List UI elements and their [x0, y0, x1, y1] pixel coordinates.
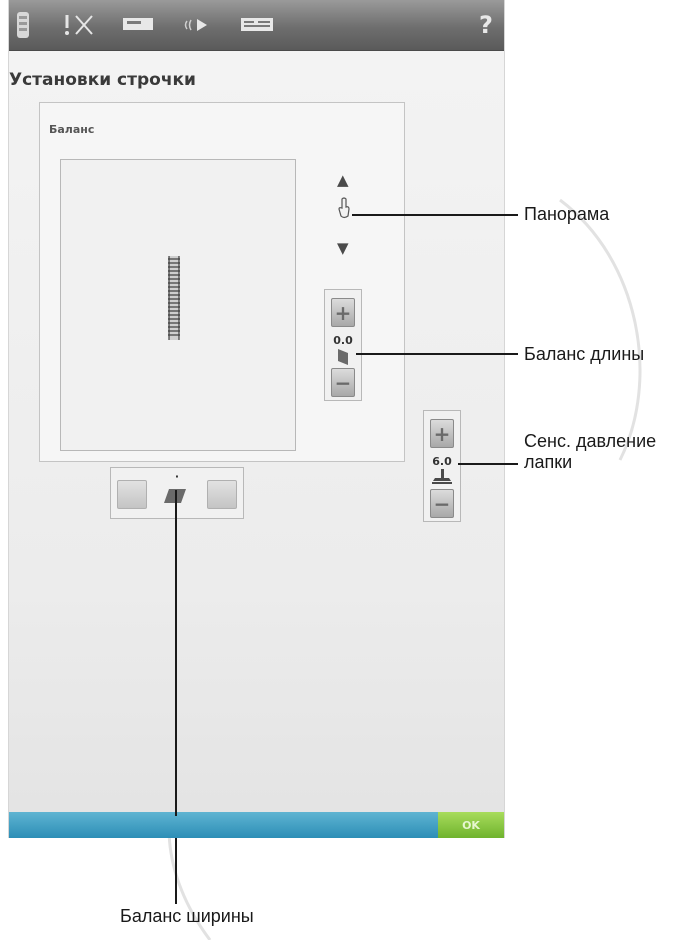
presser-foot-pressure-control: + 6.0 − [423, 410, 461, 522]
presser-foot-value: 6.0 [432, 455, 452, 468]
settings-icon[interactable] [239, 10, 275, 40]
length-balance-callout: Баланс длины [524, 344, 645, 364]
width-balance-callout-line-lower [175, 838, 177, 904]
length-plus-button[interactable]: + [331, 298, 355, 327]
stitch-preview-area[interactable] [60, 159, 296, 451]
stitch-icon[interactable] [63, 10, 97, 40]
length-balance-callout-line [356, 353, 518, 355]
width-balance-value: · [174, 470, 180, 483]
stitch-preview-icon [168, 256, 180, 340]
device-screen: ? Установки строчки Баланс ▲ ▼ + 0.0 − ·… [8, 0, 505, 838]
width-balance-callout: Баланс ширины [120, 906, 254, 926]
machine-icon[interactable] [15, 10, 31, 40]
bottom-bar: OK [9, 812, 504, 838]
presser-foot-callout-line1: Сенс. давление [524, 431, 657, 451]
top-toolbar: ? [9, 0, 504, 51]
length-minus-button[interactable]: − [331, 368, 355, 397]
presser-foot-icon [432, 469, 452, 484]
width-balance-control: · [110, 467, 244, 519]
screen-title: Установки строчки [9, 70, 196, 90]
length-balance-control: + 0.0 − [324, 289, 362, 401]
presser-foot-callout-line [458, 463, 518, 465]
length-balance-icon [338, 349, 348, 365]
presser-plus-button[interactable]: + [430, 419, 454, 448]
panorama-hand-icon[interactable] [337, 197, 351, 219]
balance-label: Баланс [49, 123, 95, 136]
panorama-callout: Панорама [524, 204, 610, 224]
length-balance-value: 0.0 [333, 334, 353, 347]
help-icon[interactable]: ? [474, 10, 498, 40]
width-minus-button[interactable] [117, 480, 147, 509]
pan-up-arrow-icon[interactable]: ▲ [337, 173, 349, 188]
presser-foot-icon[interactable] [121, 10, 155, 40]
pan-down-arrow-icon[interactable]: ▼ [337, 241, 349, 256]
panorama-callout-line [352, 214, 518, 216]
stitch-settings-panel: Баланс ▲ ▼ + 0.0 − · [39, 102, 405, 519]
width-plus-button[interactable] [207, 480, 237, 509]
presser-foot-callout-line2: лапки [524, 452, 573, 472]
presser-minus-button[interactable]: − [430, 489, 454, 518]
ok-button[interactable]: OK [438, 812, 504, 838]
width-balance-callout-line-upper [175, 490, 177, 816]
sound-icon[interactable] [181, 10, 215, 40]
